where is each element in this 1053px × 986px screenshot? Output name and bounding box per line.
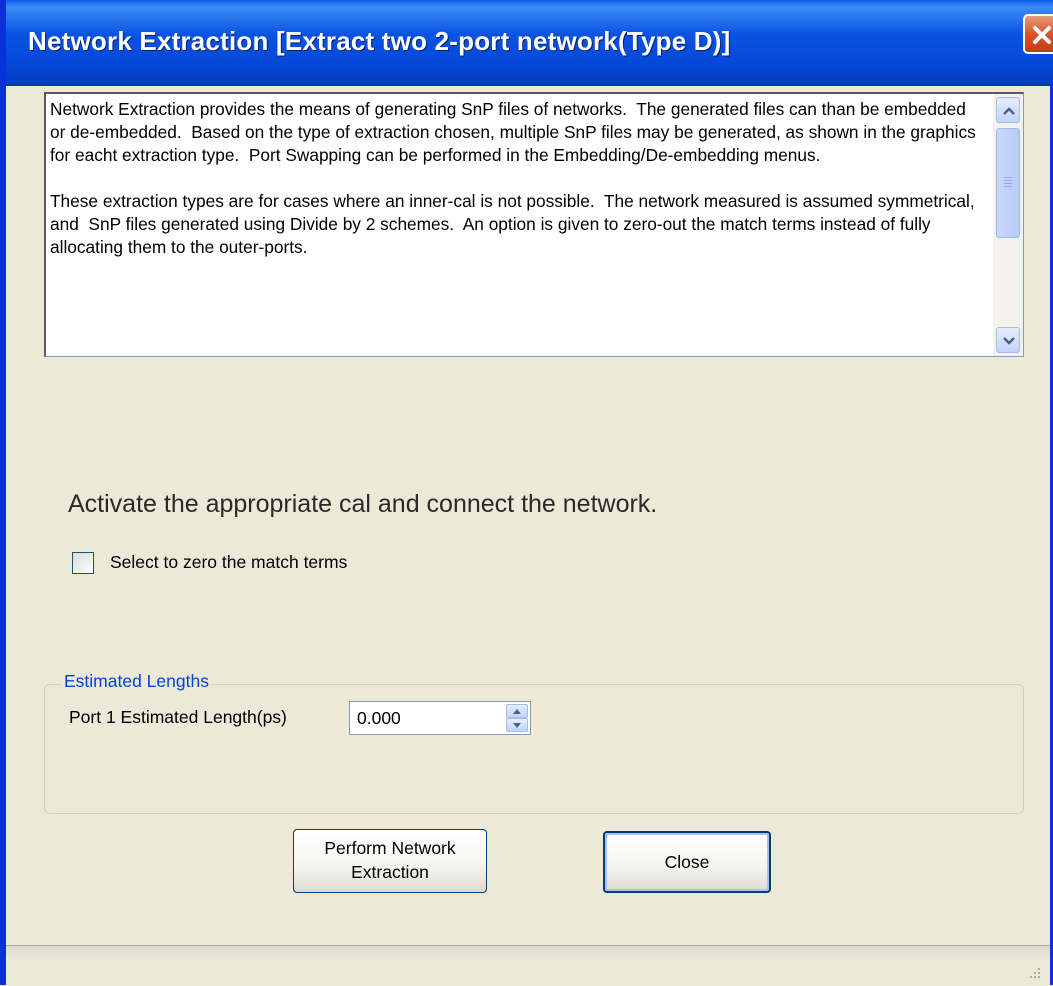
estimated-lengths-legend: Estimated Lengths [61,671,212,692]
title-bar[interactable]: Network Extraction [Extract two 2-port n… [6,0,1053,86]
perform-button-label: Perform Network Extraction [324,838,456,882]
zero-match-checkbox-label[interactable]: Select to zero the match terms [110,552,347,573]
spin-buttons [506,704,528,732]
perform-network-extraction-button[interactable]: Perform Network Extraction [293,829,487,893]
port1-length-spinbox[interactable]: 0.000 [349,701,531,735]
spin-up-button[interactable] [506,704,528,718]
zero-match-checkbox[interactable] [72,552,94,574]
description-scrollbar[interactable] [993,94,1023,356]
triangle-down-icon [513,723,521,728]
instruction-text: Activate the appropriate cal and connect… [68,490,658,518]
window-title: Network Extraction [Extract two 2-port n… [28,26,731,56]
dialog-window: Network Extraction [Extract two 2-port n… [0,0,1053,986]
chevron-down-icon [1003,337,1015,345]
close-button-label: Close [664,852,710,872]
scroll-up-button[interactable] [996,97,1020,123]
close-x-icon [1033,26,1051,44]
description-textbox[interactable]: Network Extraction provides the means of… [44,92,1024,357]
estimated-lengths-groupbox: Estimated Lengths Port 1 Estimated Lengt… [44,671,1024,814]
close-window-button[interactable] [1023,14,1053,54]
description-text: Network Extraction provides the means of… [50,99,976,257]
scroll-down-button[interactable] [996,327,1020,353]
scroll-thumb[interactable] [996,128,1020,238]
status-bar [6,945,1050,986]
chevron-up-icon [1003,107,1015,115]
port1-length-label: Port 1 Estimated Length(ps) [69,707,287,727]
port1-length-value[interactable]: 0.000 [357,708,401,729]
spin-down-button[interactable] [506,718,528,732]
close-button[interactable]: Close [603,831,771,893]
triangle-up-icon [513,709,521,714]
scroll-thumb-grip-icon [1004,177,1012,189]
resize-grip-icon[interactable] [1028,966,1042,980]
